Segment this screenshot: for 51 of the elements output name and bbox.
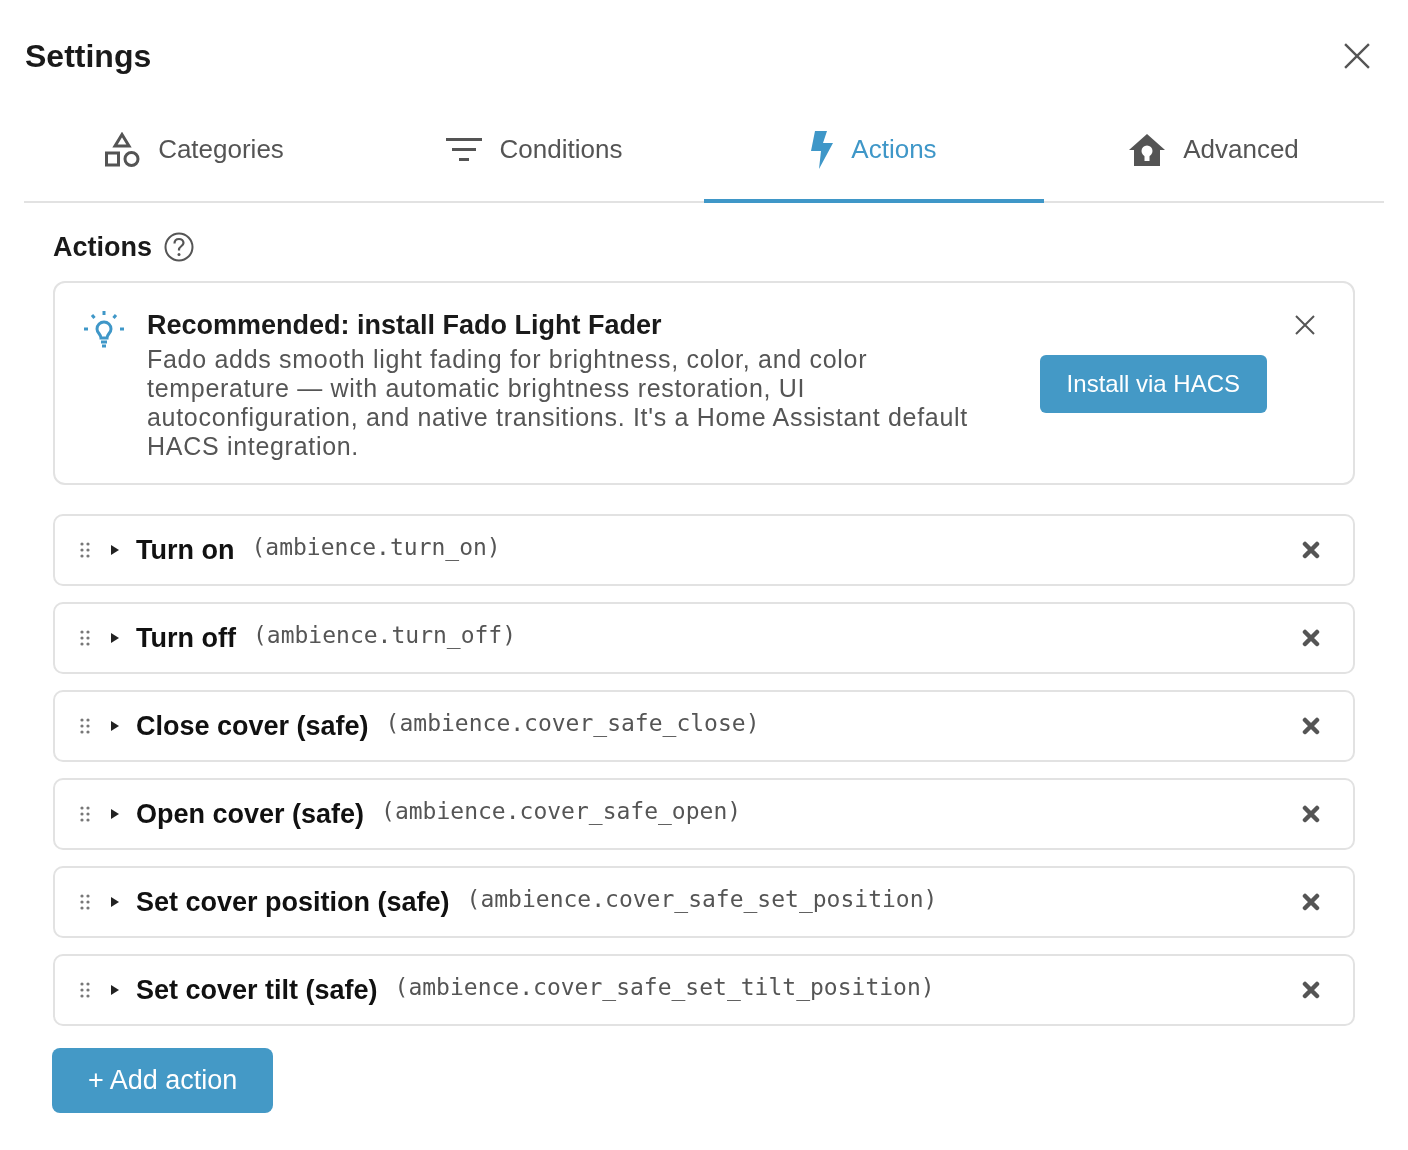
drag-handle-icon[interactable] bbox=[80, 718, 90, 734]
drag-handle-icon[interactable] bbox=[80, 894, 90, 910]
action-name: Turn off bbox=[136, 622, 236, 655]
remove-icon[interactable] bbox=[1302, 981, 1320, 999]
close-icon[interactable] bbox=[1344, 43, 1370, 69]
action-row[interactable]: Set cover position (safe) (ambience.cover_safe_set_position) bbox=[53, 866, 1355, 938]
lightning-icon bbox=[811, 130, 834, 169]
drag-handle-icon[interactable] bbox=[80, 806, 90, 822]
tab[interactable]: Conditions bbox=[364, 104, 704, 203]
caret-icon[interactable] bbox=[111, 985, 119, 995]
action-service: (ambience.turn_off) bbox=[252, 621, 517, 650]
remove-icon[interactable] bbox=[1302, 541, 1320, 559]
action-service: (ambience.cover_safe_close) bbox=[385, 709, 760, 738]
drag-handle-icon[interactable] bbox=[80, 630, 90, 646]
help-icon[interactable] bbox=[164, 232, 194, 262]
section-heading: Actions bbox=[53, 231, 152, 263]
action-name: Turn on bbox=[136, 534, 235, 567]
house-icon bbox=[1129, 133, 1166, 166]
action-row[interactable]: Open cover (safe) (ambience.cover_safe_open) bbox=[53, 778, 1355, 850]
recommendation-title: Recommended: install Fado Light Fader bbox=[147, 309, 663, 341]
action-row[interactable]: Close cover (safe) (ambience.cover_safe_close) bbox=[53, 690, 1355, 762]
action-service: (ambience.turn_on) bbox=[251, 533, 501, 562]
remove-icon[interactable] bbox=[1302, 629, 1320, 647]
action-name: Close cover (safe) bbox=[136, 710, 369, 743]
recommendation-description: Fado adds smooth light fading for brightness, color, and color temperature — with automatic brightness restoration, UI autoconfiguration, and native transitions. It's a Home Assistant default HACS integration. bbox=[147, 345, 969, 461]
action-row[interactable]: Turn on (ambience.turn_on) bbox=[53, 514, 1355, 586]
action-service: (ambience.cover_safe_open) bbox=[381, 797, 742, 826]
action-row[interactable]: Set cover tilt (safe) (ambience.cover_safe_set_tilt_position) bbox=[53, 954, 1355, 1026]
caret-icon[interactable] bbox=[111, 545, 119, 555]
caret-icon[interactable] bbox=[111, 633, 119, 643]
drag-handle-icon[interactable] bbox=[80, 982, 90, 998]
caret-icon[interactable] bbox=[111, 897, 119, 907]
filter-icon bbox=[445, 137, 482, 162]
tab[interactable]: Advanced bbox=[1044, 104, 1384, 203]
dialog-title: Settings bbox=[25, 37, 152, 76]
action-name: Set cover position (safe) bbox=[136, 886, 450, 919]
action-name: Open cover (safe) bbox=[136, 798, 365, 831]
tab[interactable]: Categories bbox=[24, 104, 364, 203]
caret-icon[interactable] bbox=[111, 721, 119, 731]
action-row[interactable]: Turn off (ambience.turn_off) bbox=[53, 602, 1355, 674]
action-name: Set cover tilt (safe) bbox=[136, 974, 378, 1007]
remove-icon[interactable] bbox=[1302, 717, 1320, 735]
lightbulb-icon bbox=[83, 311, 125, 351]
shapes-icon bbox=[104, 131, 141, 168]
remove-icon[interactable] bbox=[1302, 805, 1320, 823]
caret-icon[interactable] bbox=[111, 809, 119, 819]
action-service: (ambience.cover_safe_set_position) bbox=[466, 885, 938, 914]
action-service: (ambience.cover_safe_set_tilt_position) bbox=[394, 973, 935, 1002]
drag-handle-icon[interactable] bbox=[80, 542, 90, 558]
close-icon[interactable] bbox=[1295, 315, 1315, 335]
remove-icon[interactable] bbox=[1302, 893, 1320, 911]
